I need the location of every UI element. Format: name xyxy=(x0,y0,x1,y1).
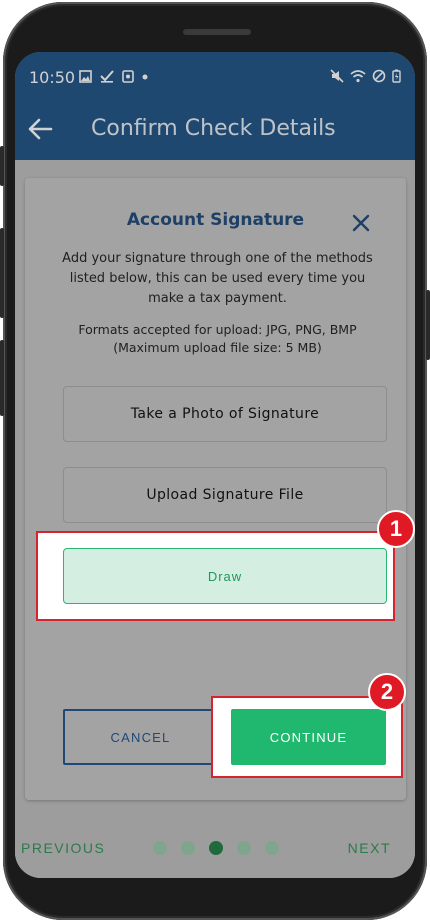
signature-modal: Account Signature Add your signature thr… xyxy=(25,178,406,800)
callout-badge-1: 1 xyxy=(377,510,415,548)
step-indicator xyxy=(153,841,279,855)
continue-label: CONTINUE xyxy=(269,729,348,745)
side-button-volume xyxy=(0,228,4,318)
upload-file-button[interactable]: Upload Signature File xyxy=(63,467,387,523)
step-dot xyxy=(237,841,251,855)
step-dot-active xyxy=(209,841,223,855)
upload-formats-info: Formats accepted for upload: JPG, PNG, B… xyxy=(55,321,380,357)
step-dot xyxy=(153,841,167,855)
modal-description: Add your signature through one of the me… xyxy=(62,251,373,306)
formats-line: Formats accepted for upload: JPG, PNG, B… xyxy=(78,322,357,337)
step-dot xyxy=(265,841,279,855)
earpiece-speaker xyxy=(183,29,251,35)
cancel-label: CANCEL xyxy=(110,729,171,745)
modal-title: Account Signature xyxy=(126,210,305,230)
screen: 10:50 Confirm Check Details PREVIOUS NEX… xyxy=(15,52,415,878)
side-button-lower xyxy=(0,340,4,416)
next-button[interactable]: NEXT xyxy=(348,840,391,856)
upload-file-label: Upload Signature File xyxy=(146,487,304,503)
callout-number: 1 xyxy=(389,516,403,541)
step-dot xyxy=(181,841,195,855)
continue-button[interactable]: CONTINUE xyxy=(231,709,386,765)
close-icon[interactable] xyxy=(351,213,371,233)
take-photo-button[interactable]: Take a Photo of Signature xyxy=(63,386,387,442)
take-photo-label: Take a Photo of Signature xyxy=(130,406,320,422)
draw-button[interactable]: Draw xyxy=(63,548,387,604)
max-size-line: (Maximum upload file size: 5 MB) xyxy=(113,340,322,355)
power-button xyxy=(426,290,430,360)
callout-badge-2: 2 xyxy=(368,673,406,711)
bottom-navigation: PREVIOUS NEXT xyxy=(15,816,415,878)
side-button-top xyxy=(0,146,4,186)
cancel-button[interactable]: CANCEL xyxy=(63,709,218,765)
callout-number: 2 xyxy=(380,679,394,704)
previous-button[interactable]: PREVIOUS xyxy=(21,840,105,856)
draw-label: Draw xyxy=(207,568,243,584)
modal-backdrop xyxy=(15,52,415,160)
